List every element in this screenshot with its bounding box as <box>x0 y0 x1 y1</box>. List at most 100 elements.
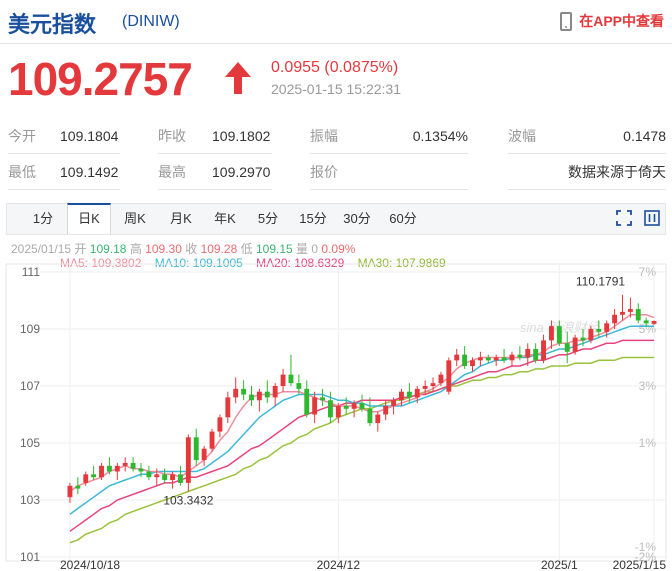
stat-label: 报价 <box>310 164 338 180</box>
candle-body <box>375 414 381 424</box>
candle-body <box>470 360 475 367</box>
candle-body <box>201 448 207 461</box>
y-tick-label: 105 <box>20 436 40 450</box>
candle-body <box>635 309 641 321</box>
kline-chart[interactable]: 2025/01/15 开 109.18 高 109.30 收 109.28 低 … <box>0 236 672 571</box>
quote-datetime: 2025-01-15 15:22:31 <box>271 81 401 97</box>
candle-body <box>651 321 657 324</box>
candle-body <box>233 388 239 398</box>
candle-body <box>130 462 136 469</box>
tab-weekly-k[interactable]: 周K <box>119 204 151 234</box>
tab-30min[interactable]: 30分 <box>341 204 373 234</box>
stat-value: 109.1492 <box>60 164 119 180</box>
candle-body <box>588 329 594 341</box>
candle-body <box>533 348 539 361</box>
candle-body <box>193 437 199 461</box>
stat-open: 今开 109.1804 <box>8 121 120 154</box>
stats-row: 最低 109.1492 最高 109.2970 报价 数据来源于倚天 <box>0 157 672 190</box>
candle-body <box>564 343 570 352</box>
fullscreen-icon[interactable] <box>615 209 633 227</box>
high-annotation: 110.1791 <box>576 274 625 288</box>
candle-body <box>580 337 586 341</box>
candle-body <box>146 471 152 478</box>
candle-body <box>548 326 554 341</box>
stat-label: 最高 <box>158 164 186 180</box>
stat-quote: 报价 <box>310 157 468 190</box>
stat-amplitude: 振幅 0.1354% <box>310 121 468 154</box>
candle-body <box>272 386 278 398</box>
phone-icon <box>560 11 573 31</box>
candle-body <box>556 326 562 344</box>
candle-body <box>596 329 602 332</box>
quote-page: 美元指数 (DINIW) 在APP中查看 109.2757 0.0955 (0.… <box>0 0 672 571</box>
stat-low: 最低 109.1492 <box>8 157 120 190</box>
candle-body <box>327 400 333 418</box>
candle-body <box>367 408 373 424</box>
period-tabs: 1分 日K 周K 月K 年K 5分 15分 30分 60分 <box>6 203 666 235</box>
candle-body <box>612 314 618 324</box>
candle-body <box>288 374 294 384</box>
candle-body <box>462 354 468 367</box>
open-in-app-link[interactable]: 在APP中查看 <box>560 11 664 31</box>
open-in-app-label: 在APP中查看 <box>579 13 664 29</box>
data-source: 数据来源于倚天 <box>568 164 666 180</box>
candle-body <box>209 431 215 449</box>
tab-5min[interactable]: 5分 <box>255 204 281 234</box>
candle-body <box>541 340 546 361</box>
low-annotation: 103.3432 <box>163 493 213 507</box>
header-bar: 美元指数 (DINIW) 在APP中查看 <box>0 0 672 44</box>
chart-settings-icon[interactable] <box>643 209 661 227</box>
tab-monthly-k[interactable]: 月K <box>165 204 197 234</box>
candle-body <box>501 357 507 361</box>
tab-15min[interactable]: 15分 <box>297 204 329 234</box>
candle-body <box>446 360 452 392</box>
candle-body <box>335 405 341 418</box>
y-tick-label: 101 <box>20 550 40 564</box>
candle-body <box>438 374 444 384</box>
candle-body <box>114 465 120 472</box>
candle-body <box>178 474 183 483</box>
candle-body <box>509 354 515 361</box>
candle-body <box>572 337 578 352</box>
candle-body <box>517 354 523 358</box>
stat-value: 0.1478 <box>623 128 666 144</box>
candle-body <box>391 400 397 406</box>
stat-source: 数据来源于倚天 <box>508 157 666 190</box>
instrument-code: (DINIW) <box>122 13 180 30</box>
stat-label: 振幅 <box>310 128 338 144</box>
candle-body <box>627 309 633 312</box>
candle-body <box>296 383 302 389</box>
y-tick-label: 109 <box>20 322 40 336</box>
x-tick-label: 2024/10/18 <box>60 558 120 571</box>
candle-body <box>91 474 97 478</box>
candle-body <box>620 311 625 315</box>
y-tick-label: 107 <box>20 379 40 393</box>
stat-label: 波幅 <box>508 128 536 144</box>
candle-body <box>106 465 112 472</box>
candle-body <box>264 391 270 398</box>
candle-body <box>343 405 349 409</box>
candle-body <box>170 474 176 481</box>
instrument-name: 美元指数 <box>8 12 97 37</box>
candle-body <box>217 417 223 432</box>
stat-label: 今开 <box>8 128 36 144</box>
candle-body <box>185 437 191 483</box>
tab-1min[interactable]: 1分 <box>29 204 57 234</box>
tab-daily-k[interactable]: 日K <box>67 203 111 234</box>
candle-body <box>154 474 160 478</box>
x-tick-label: 2025/1/15 <box>613 558 667 571</box>
candle-body <box>359 403 365 409</box>
candle-body <box>304 388 310 415</box>
candle-body <box>280 374 286 386</box>
stat-prev-close: 昨收 109.1802 <box>158 121 272 154</box>
tab-yearly-k[interactable]: 年K <box>209 204 241 234</box>
stats-row: 今开 109.1804 昨收 109.1802 振幅 0.1354% 波幅 0.… <box>0 121 672 154</box>
candle-body <box>312 397 318 415</box>
ma30-line <box>69 356 655 544</box>
candle-body <box>477 357 483 361</box>
candle-body <box>99 465 104 478</box>
stat-label: 最低 <box>8 164 36 180</box>
up-arrow-icon <box>225 62 251 94</box>
tab-60min[interactable]: 60分 <box>387 204 419 234</box>
kline-plot: 1111091071051031017%5%3%1%-1%-2%2024/10/… <box>5 263 667 571</box>
